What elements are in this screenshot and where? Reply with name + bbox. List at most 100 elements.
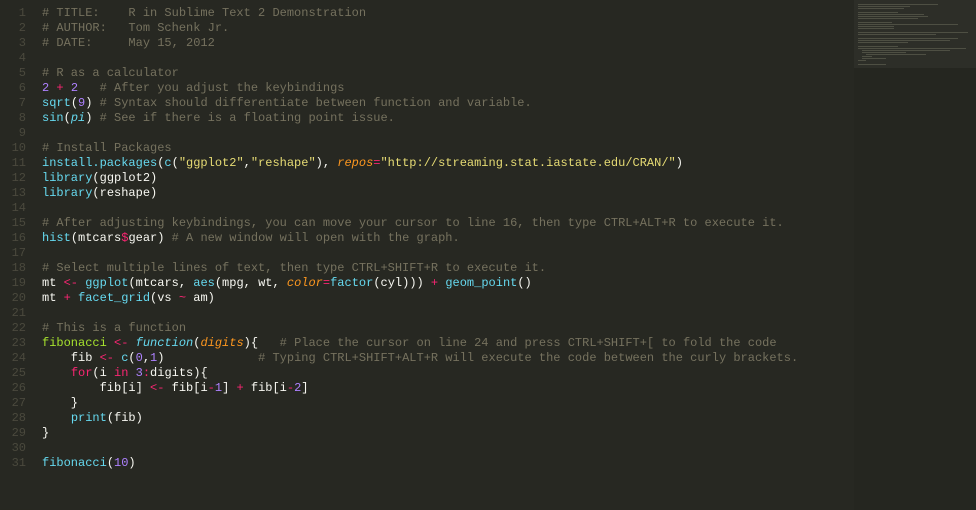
token-keyword: pi — [71, 111, 85, 125]
code-line[interactable]: fib <- c(0,1) # Typing CTRL+SHIFT+ALT+R … — [42, 351, 854, 366]
code-line[interactable]: hist(mtcars$gear) # A new window will op… — [42, 231, 854, 246]
line-number[interactable]: 16 — [0, 231, 26, 246]
code-line[interactable]: library(ggplot2) — [42, 171, 854, 186]
token-comment: # A new window will open with the graph. — [172, 231, 460, 245]
token-punc: (mtcars, — [128, 276, 193, 290]
minimap-line — [862, 50, 950, 51]
line-number[interactable]: 15 — [0, 216, 26, 231]
minimap-line — [858, 16, 928, 17]
code-line[interactable]: mt <- ggplot(mtcars, aes(mpg, wt, color=… — [42, 276, 854, 291]
code-line[interactable] — [42, 441, 854, 456]
line-number[interactable]: 21 — [0, 306, 26, 321]
line-number[interactable]: 5 — [0, 66, 26, 81]
line-number[interactable]: 11 — [0, 156, 26, 171]
line-number[interactable]: 6 — [0, 81, 26, 96]
token-punc: am) — [186, 291, 215, 305]
line-number[interactable]: 7 — [0, 96, 26, 111]
code-line[interactable]: fib[i] <- fib[i-1] + fib[i-2] — [42, 381, 854, 396]
minimap-line — [858, 60, 866, 61]
line-number[interactable]: 29 — [0, 426, 26, 441]
line-number[interactable]: 17 — [0, 246, 26, 261]
token-punc: ){ — [244, 336, 280, 350]
code-line[interactable]: print(fib) — [42, 411, 854, 426]
token-operator: <- — [100, 351, 114, 365]
token-name — [71, 291, 78, 305]
code-line[interactable]: # After adjusting keybindings, you can m… — [42, 216, 854, 231]
line-number[interactable]: 19 — [0, 276, 26, 291]
line-number[interactable]: 30 — [0, 441, 26, 456]
code-line[interactable] — [42, 246, 854, 261]
code-line[interactable]: # AUTHOR: Tom Schenk Jr. — [42, 21, 854, 36]
code-line[interactable] — [42, 126, 854, 141]
line-number[interactable]: 28 — [0, 411, 26, 426]
token-punc: ( — [128, 351, 135, 365]
line-number[interactable]: 31 — [0, 456, 26, 471]
token-param: digits — [200, 336, 243, 350]
line-number[interactable]: 22 — [0, 321, 26, 336]
code-line[interactable]: # This is a function — [42, 321, 854, 336]
token-punc — [64, 81, 71, 95]
line-number[interactable]: 10 — [0, 141, 26, 156]
minimap-line — [862, 52, 906, 53]
code-line[interactable] — [42, 201, 854, 216]
code-line[interactable]: } — [42, 396, 854, 411]
code-editor-area[interactable]: # TITLE: R in Sublime Text 2 Demonstrati… — [34, 0, 854, 510]
token-comment: # AUTHOR: Tom Schenk Jr. — [42, 21, 229, 35]
minimap-line — [862, 56, 872, 57]
token-func: install.packages — [42, 156, 157, 170]
line-number-gutter[interactable]: 1234567891011121314151617181920212223242… — [0, 0, 34, 510]
code-line[interactable]: # Select multiple lines of text, then ty… — [42, 261, 854, 276]
token-keyword2: in — [114, 366, 128, 380]
token-operator: - — [208, 381, 215, 395]
line-number[interactable]: 2 — [0, 21, 26, 36]
token-comment: # Syntax should differentiate between fu… — [100, 96, 532, 110]
line-number[interactable]: 18 — [0, 261, 26, 276]
token-name: ] — [222, 381, 236, 395]
line-number[interactable]: 23 — [0, 336, 26, 351]
line-number[interactable]: 26 — [0, 381, 26, 396]
code-line[interactable]: fibonacci <- function(digits){ # Place t… — [42, 336, 854, 351]
token-func: hist — [42, 231, 71, 245]
code-line[interactable]: install.packages(c("ggplot2","reshape"),… — [42, 156, 854, 171]
code-line[interactable]: # TITLE: R in Sublime Text 2 Demonstrati… — [42, 6, 854, 21]
token-name — [128, 336, 135, 350]
token-punc: (vs — [150, 291, 179, 305]
code-line[interactable]: # R as a calculator — [42, 66, 854, 81]
code-line[interactable] — [42, 306, 854, 321]
line-number[interactable]: 24 — [0, 351, 26, 366]
code-line[interactable]: mt + facet_grid(vs ~ am) — [42, 291, 854, 306]
line-number[interactable]: 8 — [0, 111, 26, 126]
token-punc: digits){ — [150, 366, 208, 380]
token-comment: # See if there is a floating point issue… — [100, 111, 395, 125]
code-line[interactable]: for(i in 3:digits){ — [42, 366, 854, 381]
code-line[interactable]: # Install Packages — [42, 141, 854, 156]
line-number[interactable]: 14 — [0, 201, 26, 216]
code-line[interactable]: 2 + 2 # After you adjust the keybindings — [42, 81, 854, 96]
token-param: color — [287, 276, 323, 290]
minimap[interactable] — [854, 0, 976, 510]
token-punc: ( — [64, 111, 71, 125]
token-string: "http://streaming.stat.iastate.edu/CRAN/… — [380, 156, 675, 170]
token-number: 2 — [71, 81, 78, 95]
line-number[interactable]: 1 — [0, 6, 26, 21]
line-number[interactable]: 27 — [0, 396, 26, 411]
code-line[interactable]: fibonacci(10) — [42, 456, 854, 471]
line-number[interactable]: 3 — [0, 36, 26, 51]
line-number[interactable]: 9 — [0, 126, 26, 141]
line-number[interactable]: 4 — [0, 51, 26, 66]
token-func: facet_grid — [78, 291, 150, 305]
minimap-line — [858, 24, 958, 25]
code-line[interactable]: } — [42, 426, 854, 441]
line-number[interactable]: 20 — [0, 291, 26, 306]
line-number[interactable]: 13 — [0, 186, 26, 201]
code-line[interactable]: sin(pi) # See if there is a floating poi… — [42, 111, 854, 126]
code-line[interactable]: library(reshape) — [42, 186, 854, 201]
code-line[interactable]: sqrt(9) # Syntax should differentiate be… — [42, 96, 854, 111]
token-punc: gear) — [128, 231, 171, 245]
code-line[interactable] — [42, 51, 854, 66]
token-comment: # After adjusting keybindings, you can m… — [42, 216, 784, 230]
minimap-line — [858, 26, 894, 27]
line-number[interactable]: 12 — [0, 171, 26, 186]
code-line[interactable]: # DATE: May 15, 2012 — [42, 36, 854, 51]
line-number[interactable]: 25 — [0, 366, 26, 381]
